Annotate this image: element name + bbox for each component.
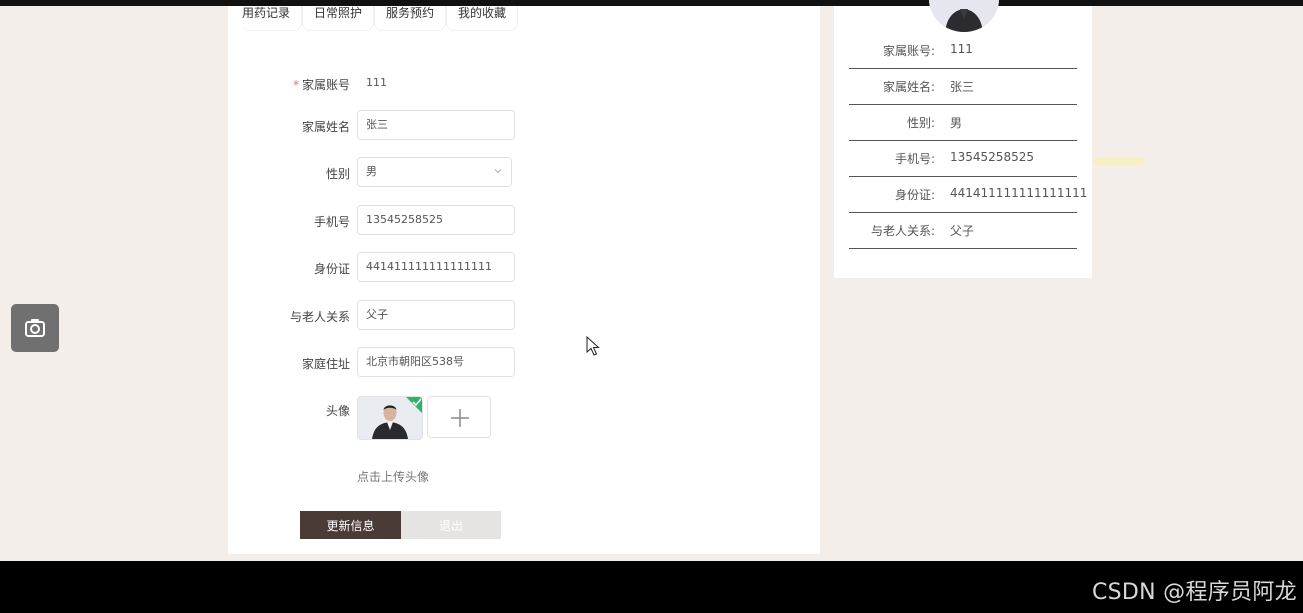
info-label: 身份证: (894, 188, 935, 202)
chevron-down-icon (494, 169, 502, 174)
required-mark: * (292, 78, 299, 92)
tab-my-favorites[interactable]: 我的收藏 (446, 6, 519, 31)
info-label: 家属姓名: (882, 80, 935, 94)
info-value: 13545258525 (950, 150, 1034, 164)
relation-label: 与老人关系 (289, 310, 350, 324)
account-value: 111 (366, 76, 387, 89)
info-row-name: 家属姓名: 张三 (849, 69, 1077, 105)
form-row-idcard: 身份证 441411111111111111 (228, 252, 820, 284)
highlight-glow (1094, 157, 1144, 165)
idcard-label: 身份证 (313, 262, 350, 276)
account-label: * 家属账号 (292, 78, 350, 92)
profile-form-panel: 用药记录 日常照护 服务预约 我的收藏 * 家属账号 111 家属姓名 张三 性别… (228, 6, 820, 554)
name-input[interactable]: 张三 (357, 110, 515, 140)
tab-service-booking[interactable]: 服务预约 (374, 6, 447, 31)
watermark: CSDN @程序员阿龙 (1091, 580, 1297, 605)
form-row-name: 家属姓名 张三 (228, 110, 820, 142)
phone-label: 手机号 (313, 215, 350, 229)
update-info-button[interactable]: 更新信息 (300, 511, 401, 539)
avatar-thumbnail[interactable] (357, 396, 423, 440)
info-value: 111 (950, 42, 973, 56)
gender-select-value: 男 (366, 165, 377, 178)
tab-daily-care[interactable]: 日常照护 (302, 6, 375, 31)
nav-tabs: 用药记录 日常照护 服务预约 我的收藏 (242, 6, 519, 32)
address-label: 家庭住址 (301, 357, 350, 371)
info-row-gender: 性别: 男 (849, 105, 1077, 141)
form-row-address: 家庭住址 北京市朝阳区538号 (228, 347, 820, 379)
add-avatar-button[interactable] (427, 396, 491, 438)
info-label: 手机号: (894, 152, 935, 166)
info-row-idcard: 身份证: 441411111111111111 (849, 177, 1087, 213)
info-value: 441411111111111111 (950, 186, 1088, 200)
mouse-cursor-icon (586, 336, 600, 356)
exit-button[interactable]: 退出 (401, 511, 501, 539)
camera-icon (25, 319, 45, 337)
info-label: 与老人关系: (870, 224, 935, 238)
avatar-label: 头像 (325, 404, 350, 418)
gender-select[interactable]: 男 (357, 157, 512, 187)
info-label: 家属账号: (882, 44, 935, 58)
info-value: 父子 (950, 224, 975, 238)
info-value: 男 (950, 116, 963, 130)
info-label: 性别: (906, 116, 935, 130)
screenshot-camera-button[interactable] (11, 304, 59, 352)
form-row-account: * 家属账号 111 (228, 68, 820, 100)
info-row-phone: 手机号: 13545258525 (849, 141, 1077, 177)
form-row-relation: 与老人关系 父子 (228, 300, 820, 332)
address-input[interactable]: 北京市朝阳区538号 (357, 347, 515, 377)
profile-info-card: 家属账号: 111 家属姓名: 张三 性别: 男 手机号: 1354525852… (834, 0, 1092, 278)
tab-medication-record[interactable]: 用药记录 (242, 6, 303, 31)
person-avatar-icon (929, 0, 999, 32)
form-row-gender: 性别 男 (228, 157, 820, 189)
upload-avatar-hint[interactable]: 点击上传头像 (357, 468, 429, 485)
form-row-phone: 手机号 13545258525 (228, 205, 820, 237)
form-row-avatar: 头像 (228, 394, 820, 426)
plus-icon (451, 409, 469, 427)
info-value: 张三 (950, 80, 975, 94)
phone-input[interactable]: 13545258525 (357, 205, 515, 235)
profile-avatar (929, 0, 999, 32)
name-label: 家属姓名 (301, 120, 350, 134)
idcard-input[interactable]: 441411111111111111 (357, 252, 515, 282)
info-row-account: 家属账号: 111 (849, 33, 1077, 69)
info-row-relation: 与老人关系: 父子 (849, 213, 1077, 249)
relation-input[interactable]: 父子 (357, 300, 515, 330)
gender-label: 性别 (325, 167, 350, 181)
